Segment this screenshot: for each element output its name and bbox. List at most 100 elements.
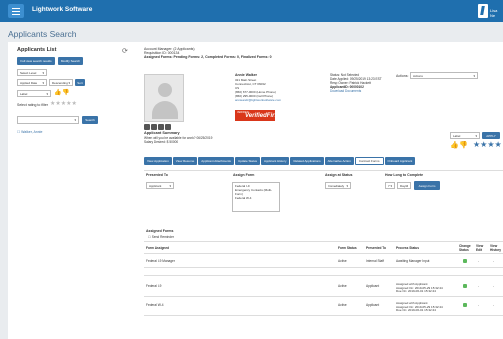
refresh-icon[interactable]: ⟳ [122,47,128,55]
phone-icon[interactable] [151,124,157,130]
actions-dropdown[interactable]: Actions [410,72,478,79]
row2-edit[interactable]: - [478,284,479,288]
row1-change-status-icon[interactable] [463,259,467,263]
col-change-status: Change Status [459,244,471,252]
thumbs-up-right-icon[interactable]: 👍 [450,141,459,149]
header-how-long: How Long to Complete [385,173,424,177]
full-view-search-button[interactable]: Full view search results [17,57,55,65]
applicant-email[interactable]: annieandr@lightworksoftware.com [235,98,281,102]
sort-order-dropdown[interactable]: Descending [49,79,73,86]
row1-status: Active [338,259,347,263]
hamburger-menu-icon[interactable] [8,4,24,18]
tab-contract-forms[interactable]: Contract Forms [354,157,384,165]
label-dropdown[interactable]: Label [17,90,51,97]
applicant-link[interactable]: Walker, Annie [21,130,42,134]
row1-process: Awaiting Manager Input [396,259,430,263]
tab-applicant-attachments[interactable]: Applicant Attachments [198,157,234,165]
row2-presented: Applicant [366,284,380,288]
header-assign-status: Assign at Status [325,173,353,177]
applicant-tabs: View Application View Resume Applicant A… [144,157,416,165]
assign-form-button[interactable]: Assign Form [414,181,440,190]
applicant-photo [144,74,184,122]
row3-history[interactable]: - [493,303,494,307]
thumbs-down-right-icon[interactable]: 👎 [459,141,468,149]
row3-process-line: Due On: 2019-06-01 15:32:44 [396,308,436,313]
row3-change-status-icon[interactable] [463,303,467,307]
col-form-status: Form Status [338,246,357,250]
row3-process: Assigned with Applicant Assigned On: 201… [396,301,443,313]
col-form-assigned: Form Assigned [146,246,170,250]
rating-stars-right[interactable]: ★★★★ [473,140,502,149]
row3-edit[interactable]: - [478,303,479,307]
header-presented-to: Presented To [146,173,168,177]
user-name[interactable]: Lisa Ne [490,8,503,18]
sidebar: Applicants List Full view search results… [8,42,118,339]
row2-history[interactable]: - [493,284,494,288]
modify-search-button[interactable]: Modify Search [58,57,83,65]
row1-edit[interactable]: - [478,259,479,263]
applicant-list-item[interactable]: ☐ Walker, Annie [17,130,42,134]
col-process-status: Process Status [396,246,420,250]
tab-onboard-applicant[interactable]: Onboard Applicant [384,157,416,165]
applicant-summary-title: Applicant Summary [144,131,180,135]
row-divider [144,275,503,276]
row-divider [144,267,503,268]
row-divider [144,296,503,297]
sidebar-title: Applicants List [17,47,57,53]
salary-answer: Salary Desired: $ 50000 [144,140,179,144]
form-option[interactable]: Emergency Contacts (Multi-Form) [235,188,277,196]
user-avatar[interactable] [478,4,488,18]
row2-form: Federal I-9 [146,284,162,288]
tab-related-applications[interactable]: Related Applications [290,157,324,165]
row1-presented: Internal Staff [366,259,385,263]
share-icon[interactable] [165,124,171,130]
tab-alternative-action[interactable]: Alternative Action [324,157,354,165]
row3-status: Active [338,303,347,307]
divider [144,170,503,171]
assigned-forms-title: Assigned Forms [146,229,174,233]
row-divider [144,315,503,316]
col-presented-to: Presented To [366,246,386,250]
form-option[interactable]: Federal W-4 [235,196,277,200]
table-top-divider [144,241,503,242]
sort-button[interactable]: Sort [75,79,85,86]
row2-status: Active [338,284,347,288]
label-right-dropdown[interactable]: Label [450,132,480,139]
tab-view-resume[interactable]: View Resume [172,157,198,165]
email-icon[interactable] [144,124,150,130]
tab-update-status[interactable]: Update Status [234,157,260,165]
search-input[interactable] [17,116,79,124]
send-reminder[interactable]: ☐ Send Reminder [148,235,174,239]
verifiedfirst-badge[interactable]: VERIFIED VerifiedFirst [235,110,280,121]
print-icon[interactable] [158,124,164,130]
row2-process: Assigned with Applicant Assigned On: 201… [396,282,443,294]
brand-name: Lightwork Software [32,6,93,13]
assign-form-listbox[interactable]: Federal I-9 Emergency Contacts (Multi-Fo… [232,182,280,212]
page-title: Applicants Search [8,29,77,39]
row2-process-line: Due On: 2019-06-01 15:32:44 [396,289,436,294]
send-reminder-label: Send Reminder [151,235,174,239]
tab-view-application[interactable]: View Application [144,157,172,165]
rating-stars[interactable]: ★★★★★ [50,100,77,107]
badge-line2: VerifiedFirst [245,113,280,119]
col-view-history: View History [490,244,501,252]
thumbs-up-icon[interactable]: 👍 [54,89,61,96]
sort-field-dropdown[interactable]: Applied Date [17,79,47,86]
row3-presented: Applicant [366,303,380,307]
download-documents-link[interactable]: Download Documents [330,89,361,93]
tab-applicant-history[interactable]: Applicant History [260,157,290,165]
search-button[interactable]: Search [82,116,98,124]
header-assign-form: Assign Form [233,173,255,177]
row1-history[interactable]: - [493,259,494,263]
assigned-forms-summary: Assigned Forms: Pending Forms: 2, Comple… [144,55,272,59]
days-unit-dropdown[interactable]: Days [397,182,411,189]
applicant-city: Connecticut, CT 06032 [235,82,266,86]
thumbs-down-icon[interactable]: 👎 [62,89,69,96]
assign-status-dropdown[interactable]: Immediately [325,182,351,189]
checkbox-icon[interactable]: ☐ [17,130,20,134]
row2-change-status-icon[interactable] [463,284,467,288]
days-number-dropdown[interactable]: 7 [385,182,395,189]
presented-to-dropdown[interactable]: Applicant [146,182,174,189]
apply-button[interactable]: APPLY [482,132,500,139]
select-level-dropdown[interactable]: Select Level [17,69,47,76]
